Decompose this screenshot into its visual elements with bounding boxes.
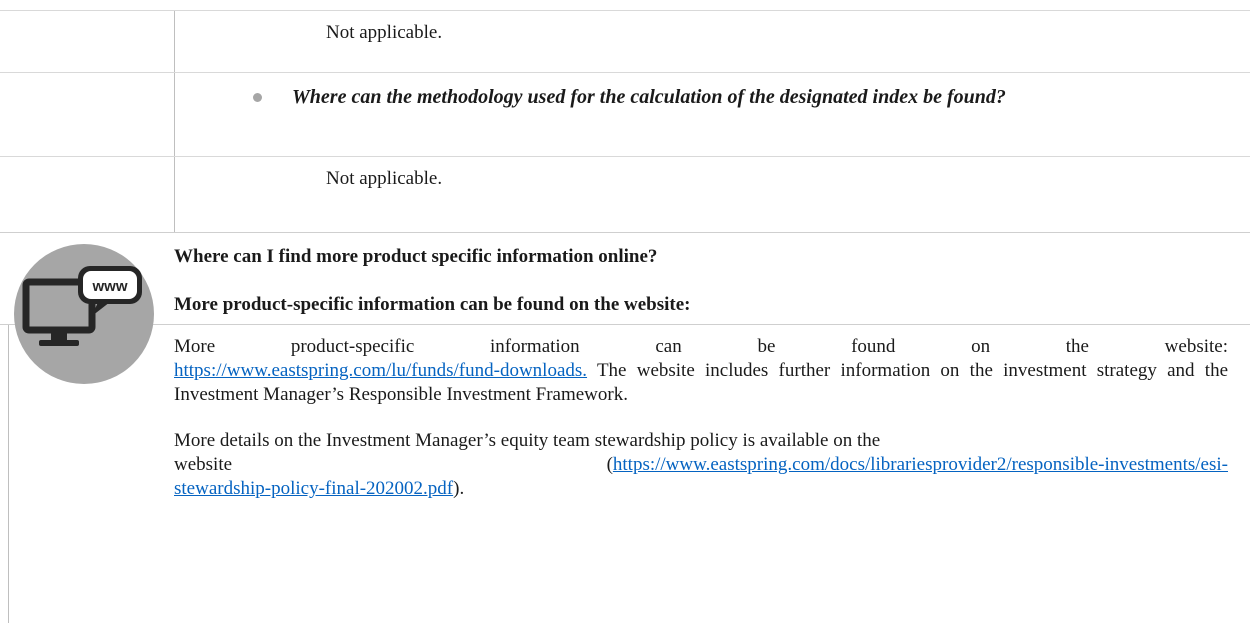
row-side-cell — [0, 11, 175, 72]
table-row-1: Not applicable. — [0, 10, 1250, 72]
www-monitor-icon: www — [14, 244, 154, 384]
paragraph-2-line-1: More details on the Investment Manager’s… — [174, 430, 881, 451]
www-label: www — [91, 278, 127, 295]
bullet-icon — [253, 93, 262, 102]
row-side-cell — [0, 73, 175, 156]
row3-text: Not applicable. — [326, 168, 443, 189]
methodology-question: Where can the methodology used for the c… — [292, 86, 1006, 108]
paragraph-1-rest: https://www.eastspring.com/lu/funds/fund… — [174, 360, 1228, 405]
row1-text: Not applicable. — [326, 22, 443, 43]
online-info-heading: Where can I find more product specific i… — [174, 246, 658, 267]
paragraph-1-line-1: More product-specific information can be… — [174, 336, 1228, 357]
table-row-3: Not applicable. — [0, 156, 1250, 232]
online-info-subheading: More product-specific information can be… — [174, 294, 691, 315]
paragraph-2-line-2: website (https://www.eastspring.com/docs… — [174, 454, 1228, 475]
www-monitor-icon-graphic: www — [14, 244, 154, 384]
fund-downloads-link[interactable]: https://www.eastspring.com/lu/funds/fund… — [174, 360, 587, 381]
stewardship-policy-link-cont[interactable]: stewardship-policy-final-202002.pdf — [174, 478, 453, 499]
online-info-header-row: Where can I find more product specific i… — [0, 232, 1250, 324]
table-row-2: Where can the methodology used for the c… — [0, 72, 1250, 156]
left-border — [8, 325, 9, 623]
paragraph-2-line-3: stewardship-policy-final-202002.pdf). — [174, 478, 465, 499]
online-info-body-row: More product-specific information can be… — [0, 324, 1250, 623]
row-side-cell — [0, 157, 175, 232]
stewardship-policy-link[interactable]: https://www.eastspring.com/docs/librarie… — [613, 454, 1228, 475]
